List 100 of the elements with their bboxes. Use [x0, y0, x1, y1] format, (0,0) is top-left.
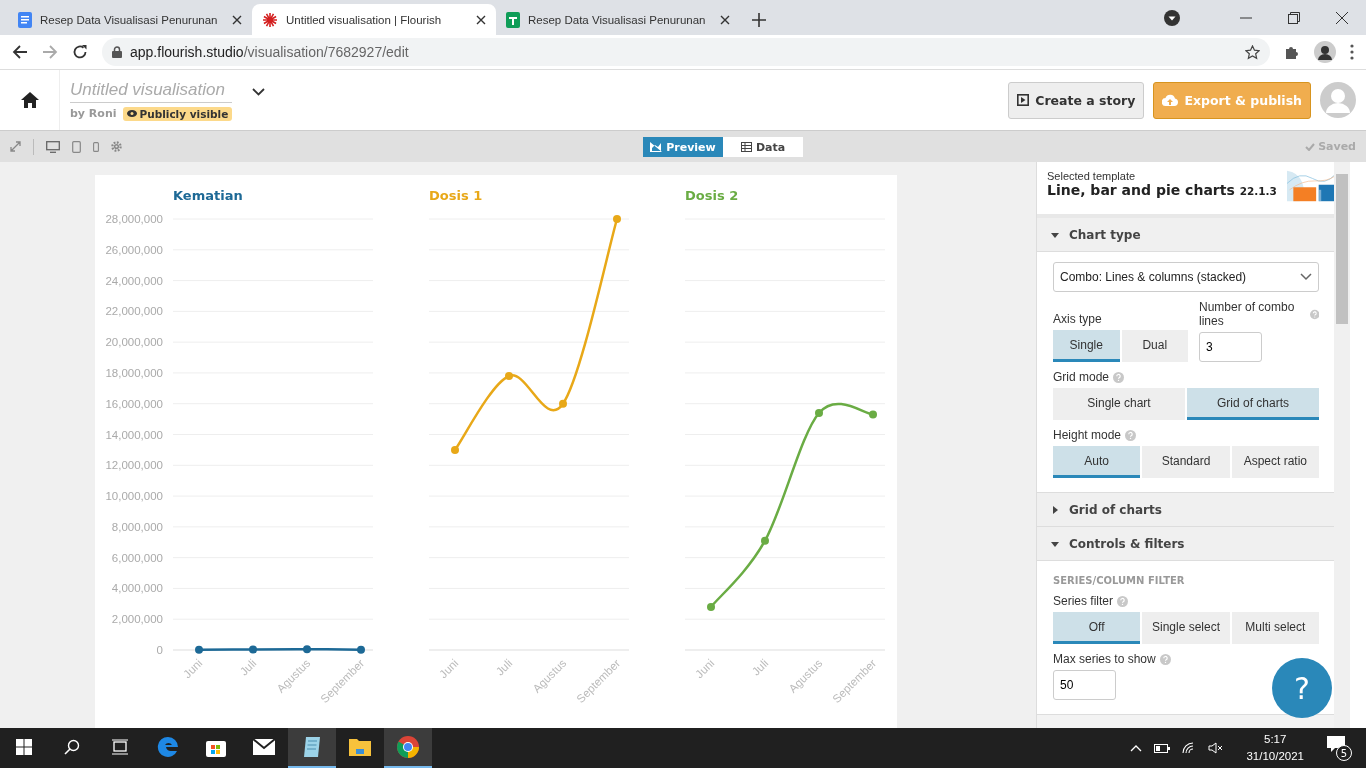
chrome-icon [396, 735, 420, 759]
point [505, 372, 513, 381]
axis-label: 26,000,000 [105, 243, 163, 256]
search-icon[interactable] [64, 739, 80, 755]
create-story-button[interactable]: Create a story [1008, 81, 1145, 119]
axis-label: 18,000,000 [105, 366, 163, 379]
chart-icon [650, 142, 663, 152]
reload-icon[interactable] [72, 44, 88, 60]
axis-label: 10,000,000 [105, 490, 163, 503]
bookmark-star-icon[interactable] [1245, 44, 1260, 60]
task-view-icon[interactable] [111, 739, 129, 755]
address-bar[interactable]: app.flourish.studio/visualisation/7682927/edit [102, 38, 1270, 66]
segment-option[interactable]: Standard [1142, 446, 1230, 478]
segment-option[interactable]: Single chart [1053, 388, 1185, 420]
mail-icon [252, 737, 276, 757]
axis-label: 0 [156, 644, 163, 656]
eye-icon [126, 110, 137, 117]
segment-option[interactable]: Single select [1142, 612, 1230, 644]
close-icon[interactable] [720, 14, 730, 25]
phone-icon[interactable] [93, 141, 99, 152]
starburst-icon [262, 11, 278, 28]
browser-tab[interactable]: Resep Data Visualisasi Penurunan [8, 4, 252, 35]
axis-label: 20,000,000 [105, 336, 163, 349]
template-label: Selected template [1047, 170, 1137, 182]
axis-label: 22,000,000 [105, 305, 163, 318]
number-field[interactable]: 3 [1199, 332, 1262, 362]
author-byline: by Roni [70, 107, 117, 120]
axis-label: 12,000,000 [105, 459, 163, 472]
segment-option[interactable]: Aspect ratio [1231, 446, 1319, 478]
back-icon[interactable] [12, 44, 28, 60]
table-icon [740, 142, 752, 152]
cloud-upload-icon [1162, 94, 1179, 106]
expand-icon[interactable] [10, 141, 21, 152]
axis-label: 28,000,000 [105, 213, 163, 225]
segment-option[interactable]: Auto [1053, 446, 1141, 478]
restore-icon[interactable] [1288, 11, 1300, 24]
field-label: Series filter [1053, 594, 1114, 608]
axis-label: 8,000,000 [111, 520, 163, 533]
tablet-icon[interactable] [72, 140, 81, 153]
point [707, 602, 715, 611]
point [451, 445, 459, 454]
taskbar-app[interactable] [288, 728, 336, 768]
field-label: Number of combo lines [1199, 300, 1296, 328]
point [815, 408, 823, 417]
scrollbar-thumb[interactable] [1336, 174, 1348, 324]
caret-down-icon [1051, 230, 1059, 239]
desktop-icon[interactable] [46, 140, 60, 153]
caret-down-icon [1051, 539, 1059, 548]
field-label: Max series to show [1053, 652, 1156, 666]
field-label: Grid mode [1053, 370, 1110, 384]
chevron-down-icon [1300, 273, 1312, 281]
segment-option[interactable]: Dual [1121, 330, 1188, 362]
number-field[interactable]: 50 [1053, 670, 1116, 700]
document-icon [18, 11, 32, 28]
lock-icon [112, 46, 122, 58]
axis-label: 6,000,000 [111, 551, 163, 564]
axis-label: 4,000,000 [111, 582, 163, 595]
avatar-icon[interactable] [1314, 41, 1336, 63]
axis-label: 24,000,000 [105, 274, 163, 287]
settings-icon[interactable] [111, 141, 122, 152]
clock[interactable]: 5:17 31/10/2021 [1236, 731, 1314, 765]
field-label: Axis type [1053, 312, 1102, 326]
point [613, 215, 621, 223]
chart-title: Kematian [173, 187, 244, 205]
browser-tab[interactable]: Untitled visualisation | Flourish [252, 4, 496, 35]
visibility-badge: Publicly visible [122, 106, 233, 121]
browser-tab[interactable]: Resep Data Visualisasi Penurunan [496, 4, 740, 35]
taskbar-app[interactable] [384, 728, 432, 768]
point [559, 399, 567, 408]
check-icon [1305, 142, 1316, 151]
home-icon[interactable] [20, 92, 39, 108]
point [761, 536, 769, 545]
view-tab[interactable]: Data [723, 137, 803, 157]
close-icon[interactable] [1336, 11, 1348, 24]
segment-option[interactable]: Grid of charts [1187, 388, 1319, 420]
new-tab-icon[interactable] [752, 13, 766, 27]
chart-type-select[interactable]: Combo: Lines & columns (stacked) [1053, 262, 1319, 292]
caret-right-icon [1051, 505, 1059, 514]
menu-icon[interactable] [1350, 44, 1354, 60]
chart-title: Dosis 2 [685, 187, 740, 205]
chevron-down-icon[interactable] [252, 88, 266, 96]
segment-option[interactable]: Single [1053, 330, 1120, 362]
view-tab[interactable]: Preview [643, 137, 723, 157]
template-name: Line, bar and pie charts 22.1.3 [1047, 182, 1277, 198]
section-subheading: SERIES/COLUMN FILTER [1053, 575, 1186, 586]
axis-label: Juli [493, 656, 515, 678]
puzzle-icon[interactable] [1284, 44, 1300, 60]
axis-label: 16,000,000 [105, 397, 163, 410]
axis-label: Juli [749, 656, 771, 678]
segment-option[interactable]: Multi select [1231, 612, 1319, 644]
close-icon[interactable] [232, 14, 242, 25]
point [869, 410, 877, 419]
segment-option[interactable]: Off [1053, 612, 1141, 644]
close-icon[interactable] [476, 14, 486, 25]
tab-search-icon[interactable] [1164, 9, 1180, 26]
axis-label: Juli [237, 656, 259, 678]
muted-speaker-icon[interactable] [1208, 742, 1225, 754]
battery-icon[interactable] [1154, 743, 1171, 753]
play-icon [1017, 94, 1030, 106]
chevron-up-icon[interactable] [1130, 744, 1143, 752]
